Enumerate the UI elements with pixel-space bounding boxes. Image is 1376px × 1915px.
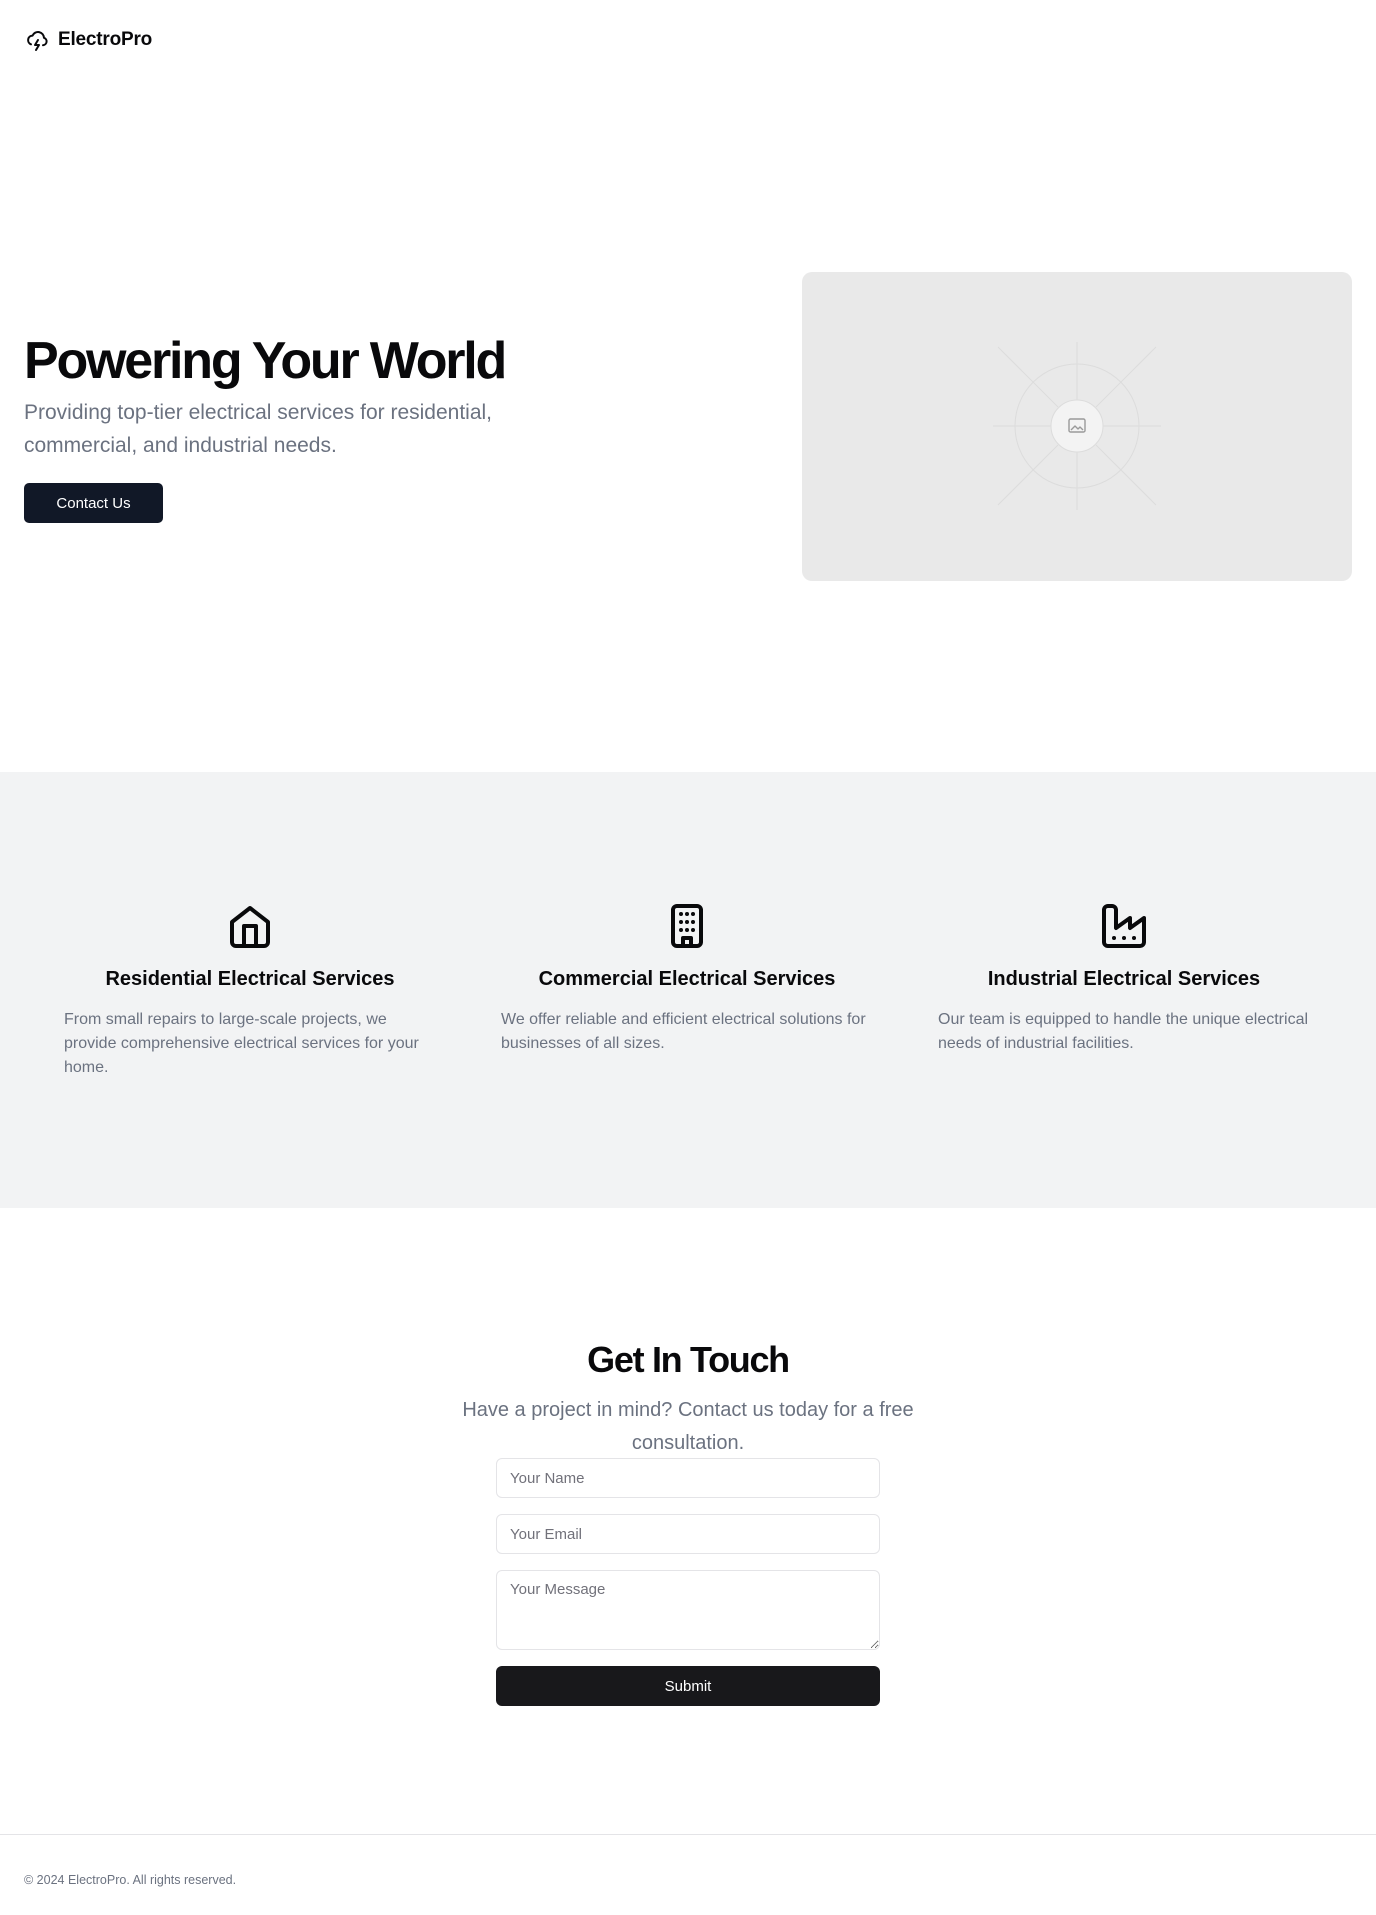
contact-us-button[interactable]: Contact Us <box>24 483 163 523</box>
service-title: Residential Electrical Services <box>105 968 395 990</box>
building-icon <box>663 902 711 950</box>
factory-icon <box>1100 902 1148 950</box>
service-title: Industrial Electrical Services <box>987 968 1261 990</box>
brand-name[interactable]: ElectroPro <box>58 29 152 51</box>
submit-button[interactable]: Submit <box>496 1666 880 1706</box>
service-card-commercial: Commercial Electrical Services We offer … <box>501 902 873 1056</box>
email-input[interactable] <box>496 1514 880 1554</box>
copyright-text: © 2024 ElectroPro. All rights reserved. <box>24 1873 237 1887</box>
service-title: Commercial Electrical Services <box>538 968 836 990</box>
contact-subtitle: Have a project in mind? Contact us today… <box>462 1399 914 1454</box>
services-section: Residential Electrical Services From sma… <box>0 772 1376 1208</box>
service-description: Our team is equipped to handle the uniqu… <box>938 1011 1309 1052</box>
hero-content: Powering Your World Providing top-tier e… <box>24 330 584 523</box>
message-textarea[interactable] <box>496 1570 880 1650</box>
service-description: From small repairs to large-scale projec… <box>64 1011 419 1076</box>
contact-form: Submit <box>496 1458 880 1706</box>
contact-title: Get In Touch <box>587 1339 790 1380</box>
service-description: We offer reliable and efficient electric… <box>501 1011 866 1052</box>
site-header: ElectroPro <box>24 26 152 54</box>
service-card-residential: Residential Electrical Services From sma… <box>64 902 436 1080</box>
cloud-lightning-icon[interactable] <box>24 27 50 53</box>
image-placeholder-icon <box>993 342 1161 510</box>
name-input[interactable] <box>496 1458 880 1498</box>
hero-image-placeholder <box>802 272 1352 581</box>
home-icon <box>226 902 274 950</box>
site-footer: © 2024 ElectroPro. All rights reserved. <box>0 1834 1376 1915</box>
hero-title: Powering Your World <box>24 332 507 390</box>
hero-subtitle: Providing top-tier electrical services f… <box>24 401 493 457</box>
service-card-industrial: Industrial Electrical Services Our team … <box>938 902 1310 1056</box>
